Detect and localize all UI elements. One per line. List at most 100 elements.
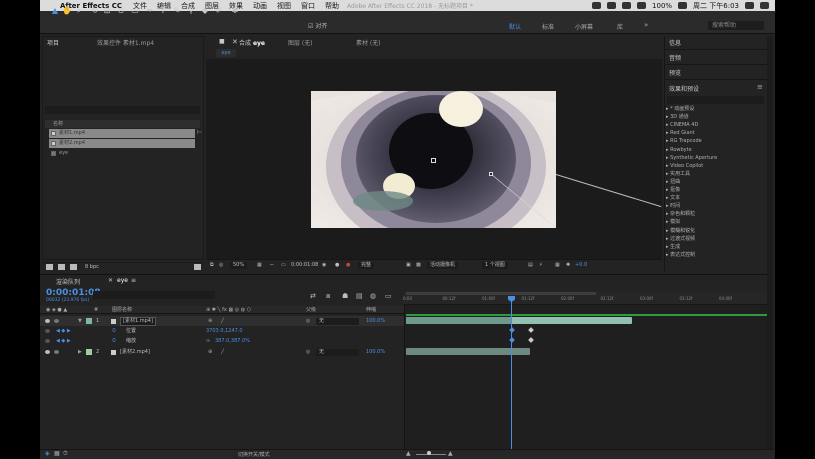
timeline-search-input[interactable] bbox=[93, 291, 215, 299]
transfer-controls-icon[interactable]: ▦ bbox=[54, 450, 60, 457]
eye-icon[interactable] bbox=[45, 350, 50, 354]
effect-category[interactable]: ▸ 文本 bbox=[666, 195, 680, 202]
project-item[interactable]: 素材2.mp4 bbox=[49, 139, 195, 148]
selection-tool-icon[interactable]: ▲ bbox=[50, 6, 60, 16]
help-search-input[interactable]: 搜索帮助 bbox=[708, 21, 764, 30]
zoom-in-icon[interactable]: ▲ bbox=[448, 450, 453, 457]
channel-icon[interactable]: ● bbox=[335, 262, 339, 269]
label-column-icon[interactable]: # bbox=[94, 306, 98, 314]
tab-footage[interactable]: 素材 (无) bbox=[356, 38, 381, 47]
fast-preview-icon[interactable]: ⚡ bbox=[539, 262, 543, 269]
stretch-value[interactable]: 100.0% bbox=[366, 316, 385, 326]
shy-switch-icon[interactable]: ⊕ bbox=[208, 316, 212, 326]
panel-menu-icon[interactable]: ≡ bbox=[757, 83, 763, 91]
zoom-slider-thumb[interactable] bbox=[427, 451, 431, 455]
keyframe-nav-icon[interactable]: ◀ ◆ ▶ bbox=[56, 336, 71, 346]
pen-tool-icon[interactable]: ✒ bbox=[145, 6, 155, 16]
parent-column[interactable]: 父级 bbox=[306, 306, 316, 314]
project-search-input[interactable] bbox=[45, 106, 200, 114]
info-panel-tab[interactable]: 信息 bbox=[669, 38, 681, 47]
shy-icon[interactable]: ☗ bbox=[342, 292, 348, 300]
text-tool-icon[interactable]: T bbox=[158, 6, 168, 16]
brush-tool-icon[interactable]: ✎ bbox=[172, 6, 182, 16]
interpret-footage-icon[interactable] bbox=[46, 264, 53, 270]
effect-category[interactable]: ▸ CINEMA 4D bbox=[666, 122, 698, 129]
switches-column-icon[interactable]: ⊕ ✱ ╲ fx ▦ ◎ ◍ ⬡ bbox=[206, 306, 251, 314]
grid-icon[interactable]: ▦ bbox=[257, 262, 262, 269]
color-channel-icon[interactable]: ● bbox=[346, 262, 350, 269]
always-preview-icon[interactable]: ⧉ bbox=[210, 262, 214, 269]
lock-icon[interactable]: ■ bbox=[219, 38, 225, 45]
menu-animation[interactable]: 动画 bbox=[248, 1, 272, 11]
wifi-icon[interactable] bbox=[622, 2, 632, 9]
effect-category[interactable]: ▸ 时间 bbox=[666, 203, 680, 210]
battery-icon[interactable] bbox=[678, 2, 688, 9]
comp-mini-flowchart-icon[interactable]: ⇄ bbox=[310, 292, 316, 300]
graph-editor-icon[interactable]: ▭ bbox=[385, 292, 392, 300]
camera-snapshot-icon[interactable]: ◉ bbox=[322, 262, 326, 269]
status-icon[interactable] bbox=[592, 2, 602, 9]
motion-blur-icon[interactable]: ◍ bbox=[370, 292, 376, 300]
effect-category[interactable]: ▸ RG Trapcode bbox=[666, 138, 702, 145]
audio-icon[interactable] bbox=[54, 350, 59, 354]
tab-project[interactable]: 项目 bbox=[47, 38, 59, 47]
flowchart-icon[interactable]: ⊢ bbox=[197, 129, 202, 136]
menu-view[interactable]: 视图 bbox=[272, 1, 296, 11]
clock[interactable]: 周二 下午6:03 bbox=[693, 1, 739, 11]
av-features-icon[interactable]: ◉ ◈ ● ▲ bbox=[46, 306, 67, 314]
effect-category[interactable]: ▸ 过渡式视频 bbox=[666, 236, 695, 243]
effect-category[interactable]: ▸ 实用工具 bbox=[666, 171, 690, 178]
zoom-tool-icon[interactable]: ⌕ bbox=[74, 6, 84, 16]
zoom-slider[interactable] bbox=[416, 454, 446, 455]
timeline-link-icon[interactable]: ▦ bbox=[555, 262, 560, 269]
label-color-swatch[interactable] bbox=[86, 318, 92, 324]
effect-category[interactable]: ▸ 模拟 bbox=[666, 219, 680, 226]
viewer-timecode[interactable]: 0:00:01:08 bbox=[291, 262, 318, 269]
bit-depth[interactable]: 8 bpc bbox=[85, 264, 99, 270]
preview-panel-tab[interactable]: 预览 bbox=[669, 68, 681, 77]
workspace-library[interactable]: 库 bbox=[617, 22, 623, 31]
quality-switch-icon[interactable]: ╱ bbox=[221, 347, 224, 357]
project-item[interactable]: eye bbox=[49, 149, 195, 158]
draft-3d-icon[interactable]: ⧈ bbox=[326, 292, 330, 301]
expand-icon[interactable]: ▼ bbox=[78, 316, 82, 326]
toggle-pixel-icon[interactable]: ▤ bbox=[528, 262, 533, 269]
layer-name-column[interactable]: 图层名称 bbox=[112, 306, 132, 314]
rotate-tool-icon[interactable]: ↻ bbox=[90, 6, 100, 16]
exposure-icon[interactable]: ✺ bbox=[566, 262, 570, 269]
region-of-interest-icon[interactable]: ▣ bbox=[406, 262, 411, 269]
stopwatch-icon[interactable]: ⏱ bbox=[112, 336, 116, 346]
snap-checkbox-icon[interactable]: ☑ bbox=[308, 23, 313, 30]
effect-category[interactable]: ▸ 扭曲 bbox=[666, 179, 680, 186]
property-row[interactable]: ◀ ◆ ▶ ⏱ 位置 3703.0,1247.0 bbox=[40, 326, 404, 336]
close-icon[interactable]: ✕ bbox=[232, 38, 238, 46]
pickwhip-icon[interactable]: ◎ bbox=[306, 316, 310, 326]
shy-switch-icon[interactable]: ⊕ bbox=[208, 347, 212, 357]
right-scrollbar[interactable] bbox=[767, 36, 773, 459]
eye-icon[interactable] bbox=[45, 319, 50, 323]
project-item[interactable]: 素材1.mp4 bbox=[49, 129, 195, 138]
effect-category[interactable]: ▸ Rowbyte bbox=[666, 147, 692, 154]
mask-icon[interactable]: ⌐ bbox=[270, 262, 274, 269]
search-icon[interactable] bbox=[745, 2, 754, 9]
snapshot-icon[interactable]: ▭ bbox=[281, 262, 286, 269]
pan-behind-tool-icon[interactable]: ⊙ bbox=[116, 6, 126, 16]
property-value[interactable]: 387.0,387.0% bbox=[215, 336, 250, 346]
snap-label[interactable]: 对齐 bbox=[315, 23, 327, 30]
stopwatch-icon[interactable]: ⏱ bbox=[112, 326, 116, 336]
playhead-line[interactable] bbox=[511, 296, 512, 449]
roto-tool-icon[interactable]: ✐ bbox=[214, 6, 224, 16]
status-icon[interactable] bbox=[607, 2, 617, 9]
render-time-icon[interactable]: ⏱ bbox=[63, 450, 68, 458]
clone-tool-icon[interactable]: ⚲ bbox=[186, 6, 196, 16]
effect-category[interactable]: ▸ 表达式控制 bbox=[666, 252, 695, 259]
layer-name[interactable]: [素材1.mp4] bbox=[120, 317, 156, 326]
effect-category[interactable]: ▸ 杂色和颗粒 bbox=[666, 211, 695, 218]
effect-category[interactable]: ▸ 抠像 bbox=[666, 187, 680, 194]
anchor-point-icon[interactable] bbox=[431, 158, 436, 163]
audio-icon[interactable] bbox=[54, 319, 59, 323]
tab-layer[interactable]: 图层 (无) bbox=[288, 38, 313, 47]
new-folder-icon[interactable] bbox=[58, 264, 65, 270]
expand-icon[interactable]: ▶ bbox=[78, 347, 82, 357]
puppet-tool-icon[interactable]: ✱ bbox=[230, 6, 240, 16]
